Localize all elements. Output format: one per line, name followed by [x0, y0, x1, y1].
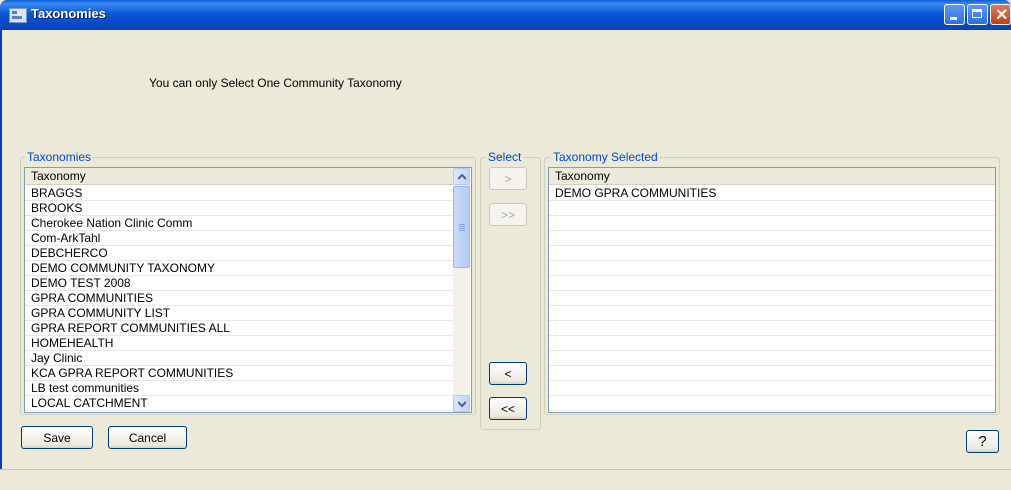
remove-one-button[interactable]: <: [489, 362, 527, 385]
list-item[interactable]: BRAGGS: [25, 186, 453, 201]
title-bar[interactable]: Taxonomies ✕: [0, 0, 1011, 30]
selected-header-label: Taxonomy: [555, 169, 610, 183]
chevron-down-icon: [458, 401, 466, 407]
selected-list[interactable]: Taxonomy DEMO GPRA COMMUNITIES: [548, 167, 996, 413]
empty-row: [549, 291, 995, 306]
selected-group-label: Taxonomy Selected: [551, 150, 660, 164]
taxonomy-header-label: Taxonomy: [31, 169, 86, 183]
empty-row: [549, 216, 995, 231]
empty-row: [549, 306, 995, 321]
taxonomies-column-header[interactable]: Taxonomy: [25, 168, 453, 185]
list-item[interactable]: GPRA COMMUNITIES: [25, 291, 453, 306]
window-title: Taxonomies: [31, 6, 106, 21]
close-icon: ✕: [995, 7, 1009, 24]
taxonomies-group-label: Taxonomies: [25, 150, 94, 164]
empty-row: [549, 231, 995, 246]
add-all-button[interactable]: >>: [489, 203, 527, 226]
close-button[interactable]: ✕: [990, 4, 1011, 25]
selected-column-header[interactable]: Taxonomy: [549, 168, 995, 185]
scroll-up-button[interactable]: [453, 168, 470, 185]
list-item[interactable]: GPRA COMMUNITY LIST: [25, 306, 453, 321]
cancel-button[interactable]: Cancel: [108, 426, 187, 449]
list-item[interactable]: Com-ArkTahl: [25, 231, 453, 246]
empty-row: [549, 381, 995, 396]
list-item[interactable]: DEMO GPRA COMMUNITIES: [549, 186, 995, 201]
empty-row: [549, 336, 995, 351]
empty-row: [549, 201, 995, 216]
list-item[interactable]: BROOKS: [25, 201, 453, 216]
help-button[interactable]: ?: [966, 430, 999, 453]
list-item[interactable]: Jay Clinic: [25, 351, 453, 366]
grip-line: [459, 226, 465, 227]
chevron-up-icon: [458, 174, 466, 180]
app-icon: [9, 8, 27, 23]
select-group-label: Select: [486, 150, 524, 164]
add-one-button[interactable]: >: [489, 167, 527, 190]
empty-row: [549, 396, 995, 411]
save-button[interactable]: Save: [21, 426, 93, 449]
taxonomies-list[interactable]: Taxonomy BRAGGS BROOKS Cherokee Nation Cli…: [24, 167, 472, 413]
list-item[interactable]: Cherokee Nation Clinic Comm: [25, 216, 453, 231]
status-bar: [0, 469, 1011, 490]
minimize-button[interactable]: [944, 4, 965, 25]
list-item[interactable]: DEBCHERCO: [25, 246, 453, 261]
window-border: [0, 30, 2, 489]
empty-row: [549, 276, 995, 291]
select-group: Select: [480, 150, 541, 430]
list-item[interactable]: KCA GPRA REPORT COMMUNITIES: [25, 366, 453, 381]
grip-line: [459, 230, 465, 231]
empty-row: [549, 351, 995, 366]
scroll-thumb[interactable]: [453, 186, 470, 268]
empty-row: [549, 321, 995, 336]
list-item[interactable]: GPRA REPORT COMMUNITIES ALL: [25, 321, 453, 336]
taxonomies-scrollbar[interactable]: [453, 168, 470, 412]
grip-line: [459, 224, 465, 225]
empty-row: [549, 246, 995, 261]
empty-row: [549, 366, 995, 381]
scroll-down-button[interactable]: [453, 395, 470, 412]
list-item[interactable]: DEMO TEST 2008: [25, 276, 453, 291]
list-item[interactable]: HOMEHEALTH: [25, 336, 453, 351]
notice-text: You can only Select One Community Taxono…: [149, 76, 402, 90]
grip-line: [459, 228, 465, 229]
list-item[interactable]: LB test communities: [25, 381, 453, 396]
list-item[interactable]: DEMO COMMUNITY TAXONOMY: [25, 261, 453, 276]
list-item[interactable]: LOCAL CATCHMENT: [25, 396, 453, 411]
empty-row: [549, 261, 995, 276]
remove-all-button[interactable]: <<: [489, 397, 527, 420]
maximize-button[interactable]: [967, 4, 988, 25]
